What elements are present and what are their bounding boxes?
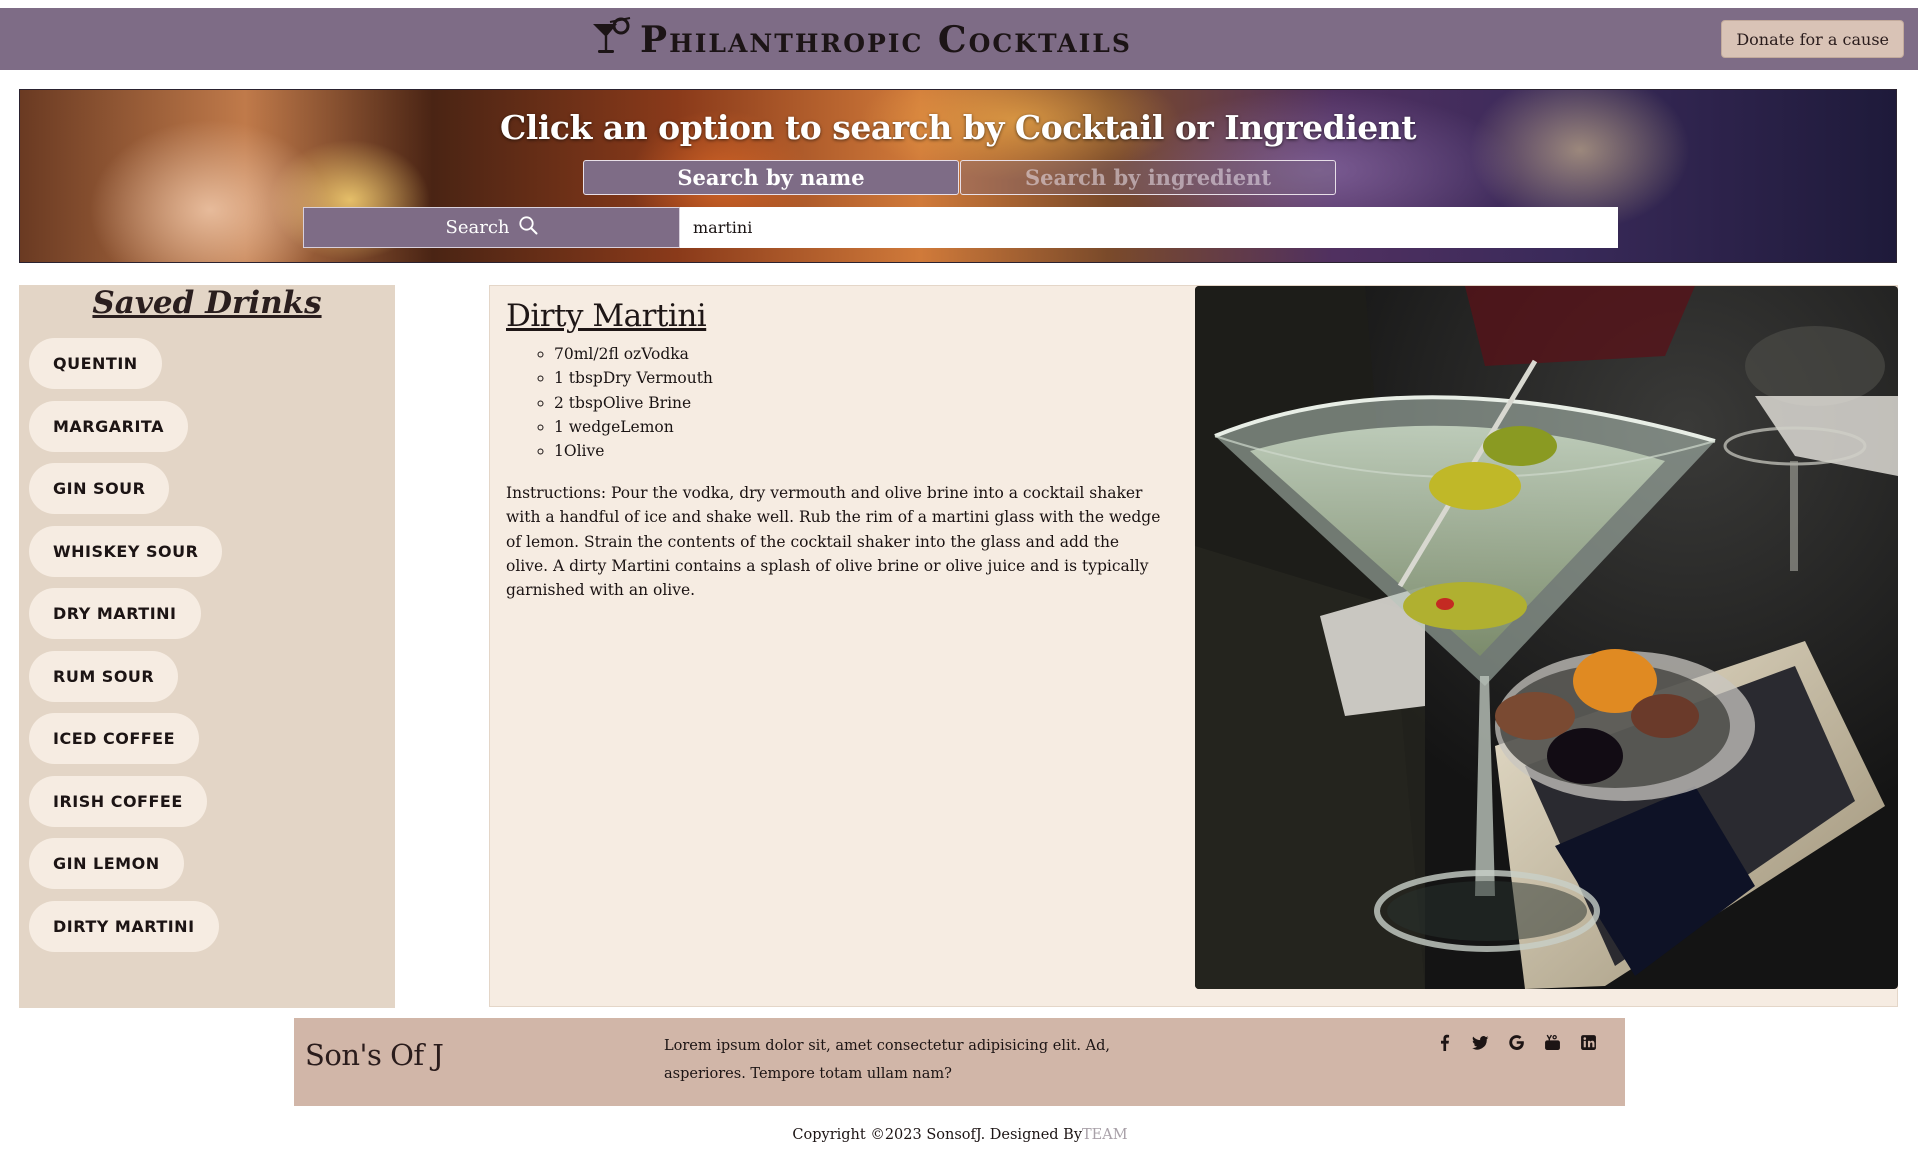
search-heading: Click an option to search by Cocktail or…	[500, 108, 1416, 147]
saved-drink-button[interactable]: WHISKEY SOUR	[29, 525, 223, 577]
saved-drinks-title: Saved Drinks	[92, 285, 322, 321]
brand-name: Philanthropic Cocktails	[640, 19, 1132, 61]
drink-title: Dirty Martini	[506, 298, 707, 334]
designer-link[interactable]: TEAM	[1082, 1127, 1128, 1143]
tab-search-by-name[interactable]: Search by name	[583, 160, 959, 195]
drink-photo	[1195, 286, 1898, 989]
saved-drinks-panel: Saved Drinks QUENTIN MARGARITA GIN SOUR …	[19, 285, 395, 1008]
google-icon[interactable]	[1508, 1034, 1525, 1051]
brand-logo[interactable]: Philanthropic Cocktails	[590, 16, 1132, 64]
ingredient-item: 1 wedgeLemon	[554, 415, 713, 439]
site-footer: Son's Of J Lorem ipsum dolor sit, amet c…	[294, 1018, 1625, 1106]
saved-drink-button[interactable]: GIN LEMON	[29, 838, 184, 889]
social-links	[1436, 1034, 1597, 1051]
ingredient-list: 70ml/2fl ozVodka 1 tbspDry Vermouth 2 tb…	[542, 342, 713, 463]
saved-drink-button[interactable]: MARGARITA	[29, 400, 188, 452]
saved-drinks-list: QUENTIN MARGARITA GIN SOUR WHISKEY SOUR …	[29, 338, 223, 963]
search-input[interactable]	[680, 207, 1618, 248]
ingredient-item: 1 tbspDry Vermouth	[554, 366, 713, 390]
cocktail-glass-icon	[590, 16, 634, 64]
top-navbar: Philanthropic Cocktails Donate for a cau…	[0, 8, 1918, 70]
youtube-icon[interactable]	[1544, 1034, 1561, 1051]
ingredient-item: 2 tbspOlive Brine	[554, 391, 713, 415]
search-button-label: Search	[445, 217, 510, 238]
saved-drink-button[interactable]: DRY MARTINI	[29, 588, 201, 639]
saved-drink-button[interactable]: IRISH COFFEE	[29, 775, 207, 827]
search-icon	[518, 215, 538, 240]
footer-brand: Son's Of J	[305, 1038, 444, 1072]
saved-drink-button[interactable]: RUM SOUR	[29, 650, 179, 702]
saved-drink-button[interactable]: ICED COFFEE	[29, 713, 200, 764]
copyright-text: Copyright ©2023 SonsofJ. Designed By	[792, 1127, 1083, 1143]
linkedin-icon[interactable]	[1580, 1034, 1597, 1051]
ingredient-item: 1Olive	[554, 439, 713, 463]
facebook-icon[interactable]	[1436, 1034, 1453, 1051]
tab-search-by-ingredient[interactable]: Search by ingredient	[960, 160, 1336, 195]
search-button[interactable]: Search	[303, 207, 680, 248]
copyright-line: Copyright ©2023 SonsofJ. Designed ByTEAM	[0, 1127, 1920, 1143]
saved-drink-button[interactable]: DIRTY MARTINI	[29, 900, 219, 952]
twitter-icon[interactable]	[1472, 1034, 1489, 1051]
saved-drink-button[interactable]: GIN SOUR	[29, 463, 170, 514]
saved-drink-button[interactable]: QUENTIN	[29, 338, 162, 389]
search-hero: Click an option to search by Cocktail or…	[19, 89, 1897, 263]
drink-instructions: Instructions: Pour the vodka, dry vermou…	[506, 484, 1161, 600]
donate-button[interactable]: Donate for a cause	[1721, 20, 1904, 58]
footer-description: Lorem ipsum dolor sit, amet consectetur …	[664, 1038, 1111, 1082]
ingredient-item: 70ml/2fl ozVodka	[554, 342, 713, 366]
